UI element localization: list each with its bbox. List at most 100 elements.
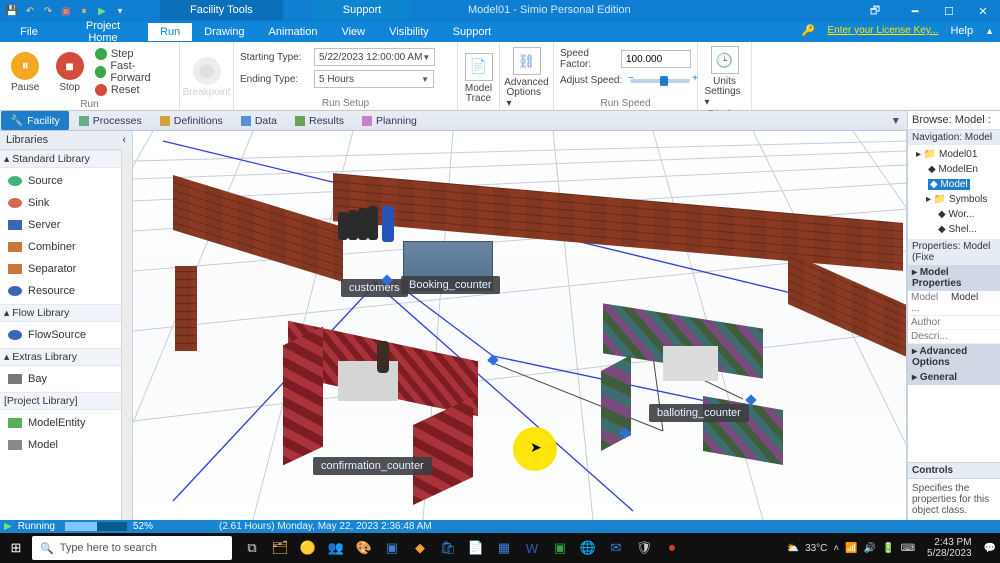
mail-icon[interactable]: ✉	[604, 536, 628, 560]
taskbar-clock[interactable]: 2:43 PM 5/28/2023	[921, 537, 978, 559]
app-icon[interactable]: ▦	[492, 536, 516, 560]
tab-run[interactable]: Run	[148, 23, 192, 41]
label-customers[interactable]: customers	[341, 279, 408, 297]
simio-icon[interactable]: ▣	[548, 536, 572, 560]
paint-icon[interactable]: 🎨	[352, 536, 376, 560]
lib-item-separator[interactable]: Separator	[0, 258, 132, 280]
app-icon[interactable]: 📄	[464, 536, 488, 560]
tab-file[interactable]: File	[0, 23, 58, 41]
tab-drawing[interactable]: Drawing	[192, 23, 256, 41]
tab-visibility[interactable]: Visibility	[377, 23, 441, 41]
qat-pause-icon[interactable]: ⏸	[78, 5, 90, 17]
lib-item-combiner[interactable]: Combiner	[0, 236, 132, 258]
fast-forward-button[interactable]: Fast-Forward	[95, 64, 173, 80]
context-tab-facility-tools[interactable]: Facility Tools	[160, 0, 283, 20]
qat-run-icon[interactable]: ▶	[96, 5, 108, 17]
lib-item-source[interactable]: Source	[0, 170, 132, 192]
reset-button[interactable]: Reset	[95, 82, 173, 98]
task-view-icon[interactable]: ⧉	[240, 536, 264, 560]
store-icon[interactable]: 🛍	[436, 536, 460, 560]
teams-icon[interactable]: 👥	[324, 536, 348, 560]
tab-support[interactable]: Support	[441, 23, 504, 41]
run-indicator-icon: ▶	[0, 521, 12, 532]
tray-chevron-icon[interactable]: ˄	[833, 543, 839, 554]
lib-group-extras[interactable]: ▴ Extras Library	[0, 348, 132, 366]
subtab-results[interactable]: Results	[286, 112, 353, 130]
taskbar-search[interactable]: 🔍 Type here to search	[32, 536, 232, 560]
weather-icon[interactable]: ⛅	[787, 543, 799, 554]
subtab-definitions[interactable]: Definitions	[151, 112, 232, 130]
app-icon[interactable]: ◆	[408, 536, 432, 560]
speed-factor-input[interactable]	[621, 50, 691, 68]
propcat-model-properties[interactable]: ▸ Model Properties	[908, 265, 1000, 291]
word-icon[interactable]: W	[520, 536, 544, 560]
minimize-button[interactable]: ━	[898, 0, 932, 22]
maximize-button[interactable]: ☐	[932, 0, 966, 22]
tray-volume-icon[interactable]: 🔊	[864, 543, 876, 554]
lib-item-sink[interactable]: Sink	[0, 192, 132, 214]
qat-undo-icon[interactable]: ↶	[24, 5, 36, 17]
lib-group-flow[interactable]: ▴ Flow Library	[0, 304, 132, 322]
context-tab-support[interactable]: Support	[313, 0, 412, 20]
lib-item-server[interactable]: Server	[0, 214, 132, 236]
label-confirmation-counter[interactable]: confirmation_counter	[313, 457, 432, 475]
subtab-data[interactable]: Data	[232, 112, 286, 130]
collapse-ribbon-icon[interactable]: ▲	[985, 26, 994, 36]
pause-button[interactable]: ⏸ Pause	[6, 50, 44, 93]
collapse-icon[interactable]: ‹	[122, 134, 126, 146]
qat-more-icon[interactable]: ▾	[114, 5, 126, 17]
libraries-scrollbar[interactable]	[121, 149, 132, 520]
start-button[interactable]: ⊞	[0, 533, 32, 563]
security-icon[interactable]: 🛡	[632, 536, 656, 560]
units-settings-button[interactable]: 🕒 Units Settings ▾	[705, 44, 745, 108]
subtab-planning[interactable]: Planning	[353, 112, 426, 130]
help-button[interactable]: Help	[950, 25, 973, 37]
nav-tree[interactable]: ▸ 📁 Model01 ◆ ModelEn ◆ Model ▸ 📁 Symbol…	[908, 145, 1000, 239]
lib-item-model[interactable]: Model	[0, 434, 132, 456]
starting-type-combo[interactable]: 5/22/2023 12:00:00 AM▼	[314, 48, 435, 66]
license-key-icon[interactable]: 🔑	[802, 24, 816, 37]
subtabs-dropdown-icon[interactable]: ▼	[885, 115, 907, 127]
ending-type-combo[interactable]: 5 Hours▼	[314, 70, 434, 88]
notifications-icon[interactable]: 💬	[984, 543, 996, 554]
propcat-advanced[interactable]: ▸ Advanced Options	[908, 344, 1000, 370]
tab-animation[interactable]: Animation	[257, 23, 330, 41]
propcat-general[interactable]: ▸ General	[908, 370, 1000, 385]
definitions-icon	[160, 116, 170, 126]
tray-battery-icon[interactable]: 🔋	[882, 543, 894, 554]
qat-record-icon[interactable]: ▣	[60, 5, 72, 17]
adjust-speed-slider[interactable]: − +	[630, 79, 690, 83]
model-trace-button[interactable]: 📄 Model Trace	[464, 51, 493, 104]
record-icon[interactable]: ⏺	[660, 536, 684, 560]
lib-item-modelentity[interactable]: ModelEntity	[0, 412, 132, 434]
prop-row[interactable]: Model ...Model	[908, 291, 1000, 316]
prop-row[interactable]: Author	[908, 316, 1000, 330]
lib-item-bay[interactable]: Bay	[0, 368, 132, 390]
lib-group-standard[interactable]: ▴ Standard Library	[0, 150, 132, 168]
qat-save-icon[interactable]: 💾	[6, 5, 18, 17]
label-balloting-counter[interactable]: balloting_counter	[649, 404, 749, 422]
restore-down-button[interactable]: 🗗	[858, 0, 892, 22]
tray-network-icon[interactable]: 📶	[845, 543, 857, 554]
lib-item-flowsource[interactable]: FlowSource	[0, 324, 132, 346]
lib-group-project[interactable]: [Project Library]	[0, 392, 132, 410]
powershell-icon[interactable]: ▣	[380, 536, 404, 560]
weather-temp[interactable]: 33°C	[805, 543, 827, 554]
chrome-icon[interactable]: 🟡	[296, 536, 320, 560]
prop-row[interactable]: Descri...	[908, 330, 1000, 344]
breakpoint-button[interactable]: ⬤ Breakpoint	[187, 55, 227, 98]
subtab-processes[interactable]: Processes	[70, 112, 151, 130]
enter-license-link[interactable]: Enter your License Key...	[827, 25, 938, 36]
label-booking-counter[interactable]: Booking_counter	[401, 276, 500, 294]
stop-button[interactable]: ■ Stop	[50, 50, 88, 93]
close-button[interactable]: ✕	[966, 0, 1000, 22]
edge-icon[interactable]: 🌐	[576, 536, 600, 560]
facility-3d-view[interactable]: customers Booking_counter confirmation_c…	[133, 131, 907, 520]
subtab-facility[interactable]: 🔧Facility	[1, 111, 69, 130]
lib-item-resource[interactable]: Resource	[0, 280, 132, 302]
tab-view[interactable]: View	[329, 23, 377, 41]
file-explorer-icon[interactable]: 🗂	[268, 536, 292, 560]
tray-language-icon[interactable]: ⌨	[901, 543, 915, 554]
advanced-options-button[interactable]: ⛓ Advanced Options ▾	[507, 45, 547, 109]
qat-redo-icon[interactable]: ↷	[42, 5, 54, 17]
